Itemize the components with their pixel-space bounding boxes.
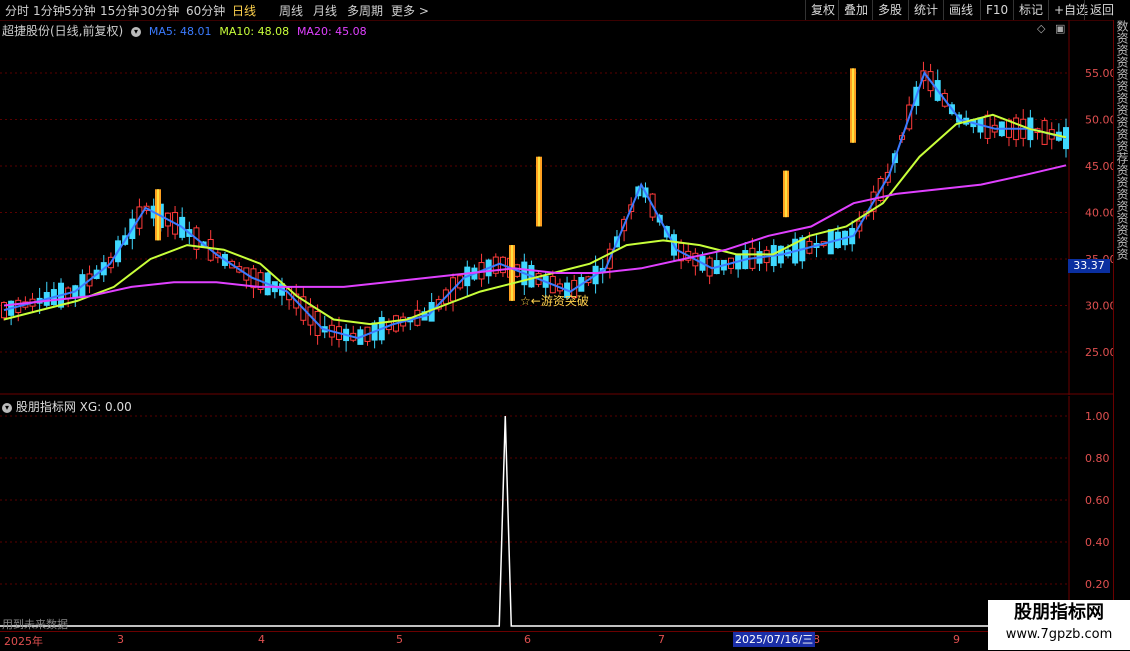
- tab-6[interactable]: 日线: [232, 2, 256, 19]
- indicator-chart[interactable]: 1.00 0.80 0.60 0.40 0.20: [0, 396, 1113, 631]
- tab-0[interactable]: 分时: [5, 2, 29, 19]
- date-label: 9: [953, 633, 960, 646]
- price-tick-label: 45.00: [1085, 160, 1113, 173]
- price-tick-label: 55.00: [1085, 67, 1113, 80]
- window-icon[interactable]: ▣: [1055, 22, 1065, 35]
- tab-10[interactable]: 更多 >: [391, 2, 429, 19]
- stock-label: 超捷股份(日线,前复权): [2, 24, 124, 38]
- indicator-title: ▾ 股朋指标网 XG: 0.00: [2, 398, 132, 415]
- date-label: 5: [396, 633, 403, 646]
- toolbar-button-3[interactable]: 统计: [908, 0, 943, 20]
- breakout-candle-core: [511, 245, 513, 301]
- date-label: 7: [658, 633, 665, 646]
- date-label: 2025年: [4, 635, 43, 648]
- watermark-url: www.7gpzb.com: [1005, 627, 1113, 642]
- breakout-candle-core: [785, 170, 787, 218]
- tab-1[interactable]: 1分钟: [33, 2, 65, 19]
- indicator-tick-label: 0.40: [1085, 536, 1110, 549]
- xg-line: [0, 415, 1068, 627]
- tab-4[interactable]: 30分钟: [140, 2, 179, 19]
- panel-icons[interactable]: ◇ ▣: [1037, 22, 1065, 35]
- ma10-label: MA10: 48.08: [219, 25, 290, 38]
- indicator-tick-label: 0.20: [1085, 578, 1110, 591]
- toolbar-button-8[interactable]: 返回: [1084, 0, 1119, 20]
- tab-5[interactable]: 60分钟: [186, 2, 225, 19]
- toolbar-button-1[interactable]: 叠加: [838, 0, 873, 20]
- price-chart[interactable]: 55.0050.0045.0040.0035.0030.0025.00: [0, 20, 1113, 395]
- ma-line-ma20: [3, 164, 1067, 307]
- date-label: 4: [258, 633, 265, 646]
- cursor-date-label: 2025/07/16/三: [733, 632, 816, 647]
- price-tick-label: 30.00: [1085, 300, 1113, 313]
- toolbar-button-4[interactable]: 画线: [943, 0, 978, 20]
- tab-7[interactable]: 周线: [279, 2, 303, 19]
- future-data-note: 用到未来数据: [2, 618, 68, 631]
- chevron-down-icon[interactable]: ▾: [131, 27, 142, 37]
- diamond-icon[interactable]: ◇: [1037, 22, 1045, 35]
- indicator-tick-label: 1.00: [1085, 410, 1110, 423]
- breakout-candle-core: [852, 68, 854, 143]
- indicator-tick-label: 0.80: [1085, 452, 1110, 465]
- toolbar-button-5[interactable]: F10: [980, 0, 1013, 20]
- date-label: 3: [117, 633, 124, 646]
- date-label: 6: [524, 633, 531, 646]
- chart-legend: 超捷股份(日线,前复权) ▾ MA5: 48.01 MA10: 48.08 MA…: [2, 22, 371, 38]
- ma20-label: MA20: 45.08: [296, 25, 367, 38]
- watermark-title: 股朋指标网: [1014, 602, 1104, 623]
- breakout-annotation: ☆←游资突破: [520, 294, 589, 308]
- price-tick-label: 25.00: [1085, 346, 1113, 359]
- indicator-tick-label: 0.60: [1085, 494, 1110, 507]
- tab-2[interactable]: 5分钟: [64, 2, 96, 19]
- tab-8[interactable]: 月线: [313, 2, 337, 19]
- date-axis: 2025年 3 4 5 6 7 8 9 2025/07/16/三: [0, 631, 1130, 651]
- ma5-label: MA5: 48.01: [148, 25, 212, 38]
- indicator-title-text: 股朋指标网 XG: 0.00: [15, 400, 132, 414]
- toolbar-button-0[interactable]: 复权: [805, 0, 840, 20]
- toolbar: 分时 1分钟 5分钟 15分钟 30分钟 60分钟 日线 周线 月线 多周期 更多 > 复权 叠加 多股统…: [0, 0, 1130, 21]
- sidebar-text: 数资资资资资资资资资资荐资资资资资资资资: [1115, 20, 1129, 260]
- breakout-candle-core: [538, 156, 540, 227]
- site-watermark: 股朋指标网 www.7gpzb.com: [988, 600, 1130, 650]
- chevron-down-icon[interactable]: ▾: [2, 403, 12, 413]
- right-sidebar[interactable]: 数资资资资资资资资资资荐资资资资资资资资: [1113, 20, 1130, 630]
- toolbar-button-6[interactable]: 标记: [1013, 0, 1048, 20]
- toolbar-button-2[interactable]: 多股: [872, 0, 907, 20]
- tab-9[interactable]: 多周期: [347, 2, 383, 19]
- current-price-badge: 33.37: [1068, 259, 1110, 273]
- price-tick-label: 50.00: [1085, 114, 1113, 127]
- price-tick-label: 40.00: [1085, 207, 1113, 220]
- tab-3[interactable]: 15分钟: [100, 2, 139, 19]
